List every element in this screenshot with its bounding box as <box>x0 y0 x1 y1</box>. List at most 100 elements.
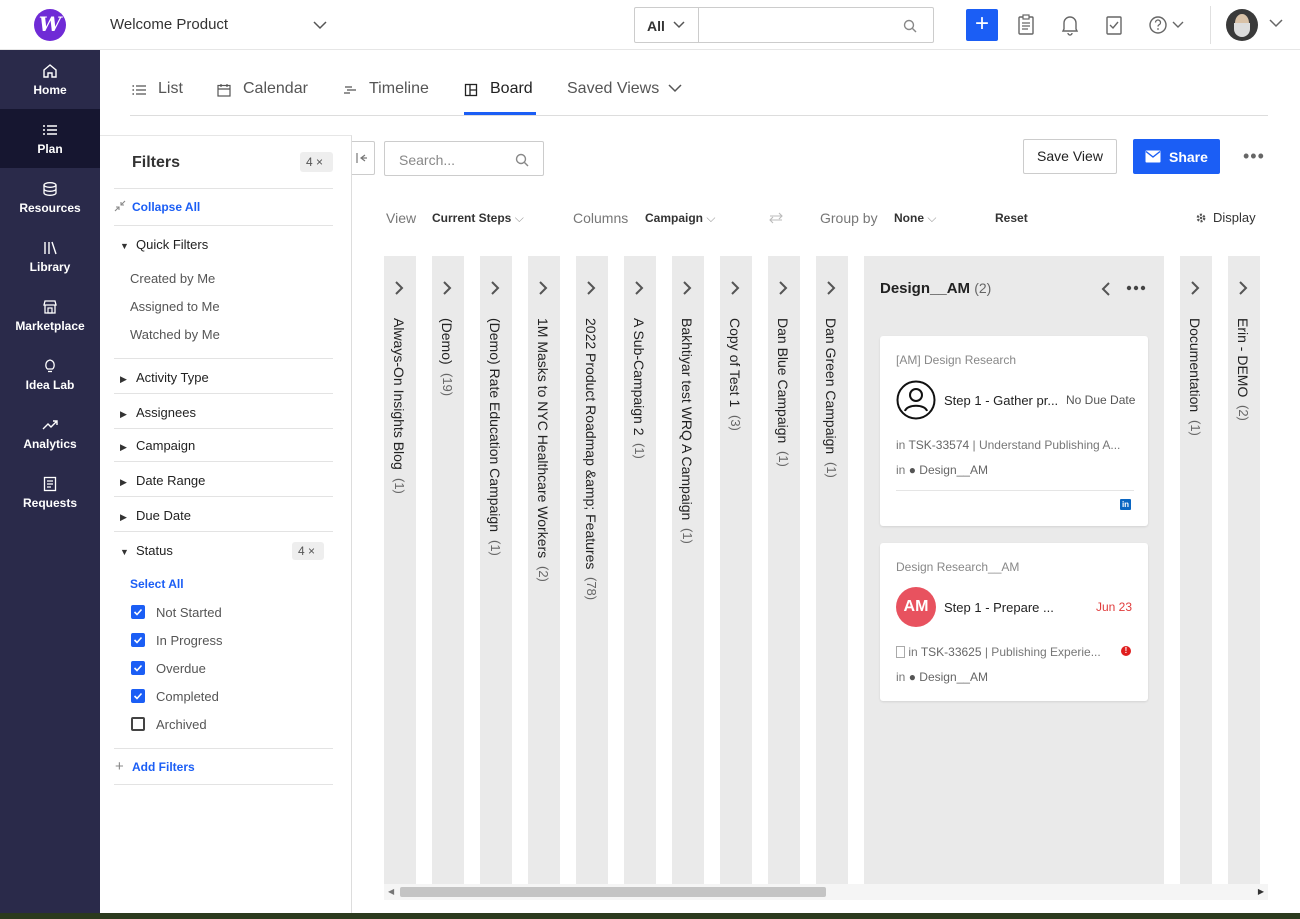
chevron-right-icon[interactable] <box>538 281 548 295</box>
group-by-select[interactable]: None ⌵ <box>894 211 936 226</box>
checklist-icon[interactable] <box>1104 14 1124 36</box>
swap-icon[interactable] <box>768 212 784 224</box>
sidebar-item-requests[interactable]: Requests <box>0 463 100 522</box>
chevron-right-icon[interactable] <box>1190 281 1200 295</box>
tab-board[interactable]: Board <box>464 80 536 115</box>
checkbox-in-progress[interactable] <box>131 633 145 647</box>
sidebar-item-idea-lab[interactable]: Idea Lab <box>0 345 100 404</box>
sidebar-item-analytics[interactable]: Analytics <box>0 404 100 463</box>
checkbox-not-started[interactable] <box>131 605 145 619</box>
chevron-right-icon[interactable] <box>730 281 740 295</box>
filters-panel: Filters 4 × Collapse All ▼ Quick Filters … <box>100 135 352 919</box>
checkbox-completed[interactable] <box>131 689 145 703</box>
board-column-collapsed[interactable]: Bakhtiyar test WRQ A Campaign (1) <box>672 256 704 884</box>
bell-icon[interactable] <box>1060 14 1080 36</box>
reset-button[interactable]: Reset <box>995 211 1028 225</box>
checkbox-archived[interactable] <box>131 717 145 731</box>
board-column-collapsed[interactable]: A Sub-Campaign 2 (1) <box>624 256 656 884</box>
board-column-collapsed[interactable]: Documentation (1) <box>1180 256 1212 884</box>
select-all-link[interactable]: Select All <box>130 577 184 591</box>
global-search-input[interactable] <box>698 7 934 43</box>
task-id[interactable]: TSK-33574 <box>908 438 969 452</box>
filter-section-status[interactable]: ▼ Status <box>120 543 173 558</box>
filter-section-campaign[interactable]: ▶ Campaign <box>120 438 195 453</box>
quick-filters-section[interactable]: ▼ Quick Filters <box>120 237 208 252</box>
chevron-right-icon[interactable] <box>634 281 644 295</box>
columns-select[interactable]: Campaign ⌵ <box>645 211 715 226</box>
filters-count-badge[interactable]: 4 × <box>300 152 333 172</box>
board-column-collapsed[interactable]: (Demo) (19) <box>432 256 464 884</box>
clipboard-icon[interactable] <box>1016 14 1036 36</box>
chevron-right-icon[interactable] <box>442 281 452 295</box>
user-avatar[interactable] <box>1226 9 1258 41</box>
save-view-button[interactable]: Save View <box>1023 139 1117 174</box>
home-icon <box>43 64 57 78</box>
search-scope-select[interactable]: All <box>634 7 699 43</box>
share-button[interactable]: Share <box>1133 139 1220 174</box>
scroll-left-icon[interactable]: ◀ <box>388 887 394 896</box>
checkbox-overdue[interactable] <box>131 661 145 675</box>
board-column-collapsed[interactable]: (Demo) Rate Education Campaign (1) <box>480 256 512 884</box>
card-step[interactable]: Step 1 - Gather pr... <box>944 393 1058 408</box>
display-button[interactable]: Display <box>1213 210 1256 225</box>
chevron-right-icon[interactable] <box>1238 281 1248 295</box>
horizontal-scrollbar[interactable]: ◀ ▶ <box>384 884 1268 900</box>
create-button[interactable]: + <box>966 9 998 41</box>
chevron-right-icon[interactable] <box>682 281 692 295</box>
chevron-right-icon[interactable] <box>394 281 404 295</box>
tab-calendar[interactable]: Calendar <box>217 80 308 115</box>
chevron-right-icon[interactable] <box>490 281 500 295</box>
board-column-collapsed[interactable]: Always-On Insights Blog (1) <box>384 256 416 884</box>
board-search-input[interactable]: Search... <box>384 141 544 176</box>
chevron-right-icon[interactable] <box>586 281 596 295</box>
product-selector[interactable]: Welcome Product <box>110 16 228 33</box>
board-column-collapsed[interactable]: Dan Blue Campaign (1) <box>768 256 800 884</box>
more-options-icon[interactable] <box>1126 285 1146 291</box>
quick-filter-created[interactable]: Created by Me <box>130 271 215 286</box>
board-column-collapsed[interactable]: Dan Green Campaign (1) <box>816 256 848 884</box>
chevron-down-icon[interactable] <box>1268 17 1284 29</box>
card-step[interactable]: Step 1 - Prepare ... <box>944 600 1054 615</box>
sidebar-item-home[interactable]: Home <box>0 50 100 109</box>
chevron-right-icon[interactable] <box>826 281 836 295</box>
filter-section-activity-type[interactable]: ▶ Activity Type <box>120 370 209 385</box>
sidebar-item-marketplace[interactable]: Marketplace <box>0 286 100 345</box>
app-logo[interactable]: W <box>34 9 66 41</box>
chevron-right-icon[interactable] <box>778 281 788 295</box>
sidebar-item-plan[interactable]: Plan <box>0 109 100 168</box>
collapse-filters-button[interactable] <box>352 141 375 175</box>
task-card[interactable]: Design Research__AM AM Step 1 - Prepare … <box>880 543 1148 701</box>
status-count-badge[interactable]: 4 × <box>292 542 324 560</box>
more-options-icon[interactable]: ••• <box>1243 146 1265 167</box>
board-column-collapsed[interactable]: Erin - DEMO (2) <box>1228 256 1260 884</box>
filter-section-due-date[interactable]: ▶ Due Date <box>120 508 191 523</box>
task-card[interactable]: [AM] Design Research Step 1 - Gather pr.… <box>880 336 1148 526</box>
sidebar-item-library[interactable]: Library <box>0 227 100 286</box>
status-label: Overdue <box>156 661 206 676</box>
card-task: in TSK-33625 | Publishing Experie... <box>896 645 1101 659</box>
scroll-right-icon[interactable]: ▶ <box>1258 887 1264 896</box>
sidebar-item-resources[interactable]: Resources <box>0 168 100 227</box>
filter-section-date-range[interactable]: ▶ Date Range <box>120 473 205 488</box>
board-column-collapsed[interactable]: 2022 Product Roadmap &amp; Features (78) <box>576 256 608 884</box>
board-column-collapsed[interactable]: Copy of Test 1 (3) <box>720 256 752 884</box>
view-select[interactable]: Current Steps ⌵ <box>432 211 524 226</box>
chevron-left-icon[interactable] <box>1101 282 1111 296</box>
tab-timeline[interactable]: Timeline <box>343 80 429 115</box>
task-id[interactable]: TSK-33625 <box>921 645 982 659</box>
add-filters-link[interactable]: Add Filters <box>132 760 195 774</box>
tab-list[interactable]: List <box>132 80 183 115</box>
tab-saved-views[interactable]: Saved Views <box>567 80 682 115</box>
linkedin-icon[interactable]: in <box>1120 499 1131 510</box>
board-column-collapsed[interactable]: 1M Masks to NYC Healthcare Workers (2) <box>528 256 560 884</box>
chevron-down-icon[interactable] <box>313 15 327 35</box>
collapse-all-link[interactable]: Collapse All <box>132 200 200 214</box>
quick-filter-watched[interactable]: Watched by Me <box>130 327 220 342</box>
column-name: Erin - DEMO <box>1235 318 1251 398</box>
filter-section-assignees[interactable]: ▶ Assignees <box>120 405 196 420</box>
help-icon[interactable] <box>1148 14 1188 36</box>
quick-filter-assigned[interactable]: Assigned to Me <box>130 299 220 314</box>
scrollbar-thumb[interactable] <box>400 887 826 897</box>
divider <box>114 358 333 359</box>
lightbulb-icon <box>45 359 55 373</box>
